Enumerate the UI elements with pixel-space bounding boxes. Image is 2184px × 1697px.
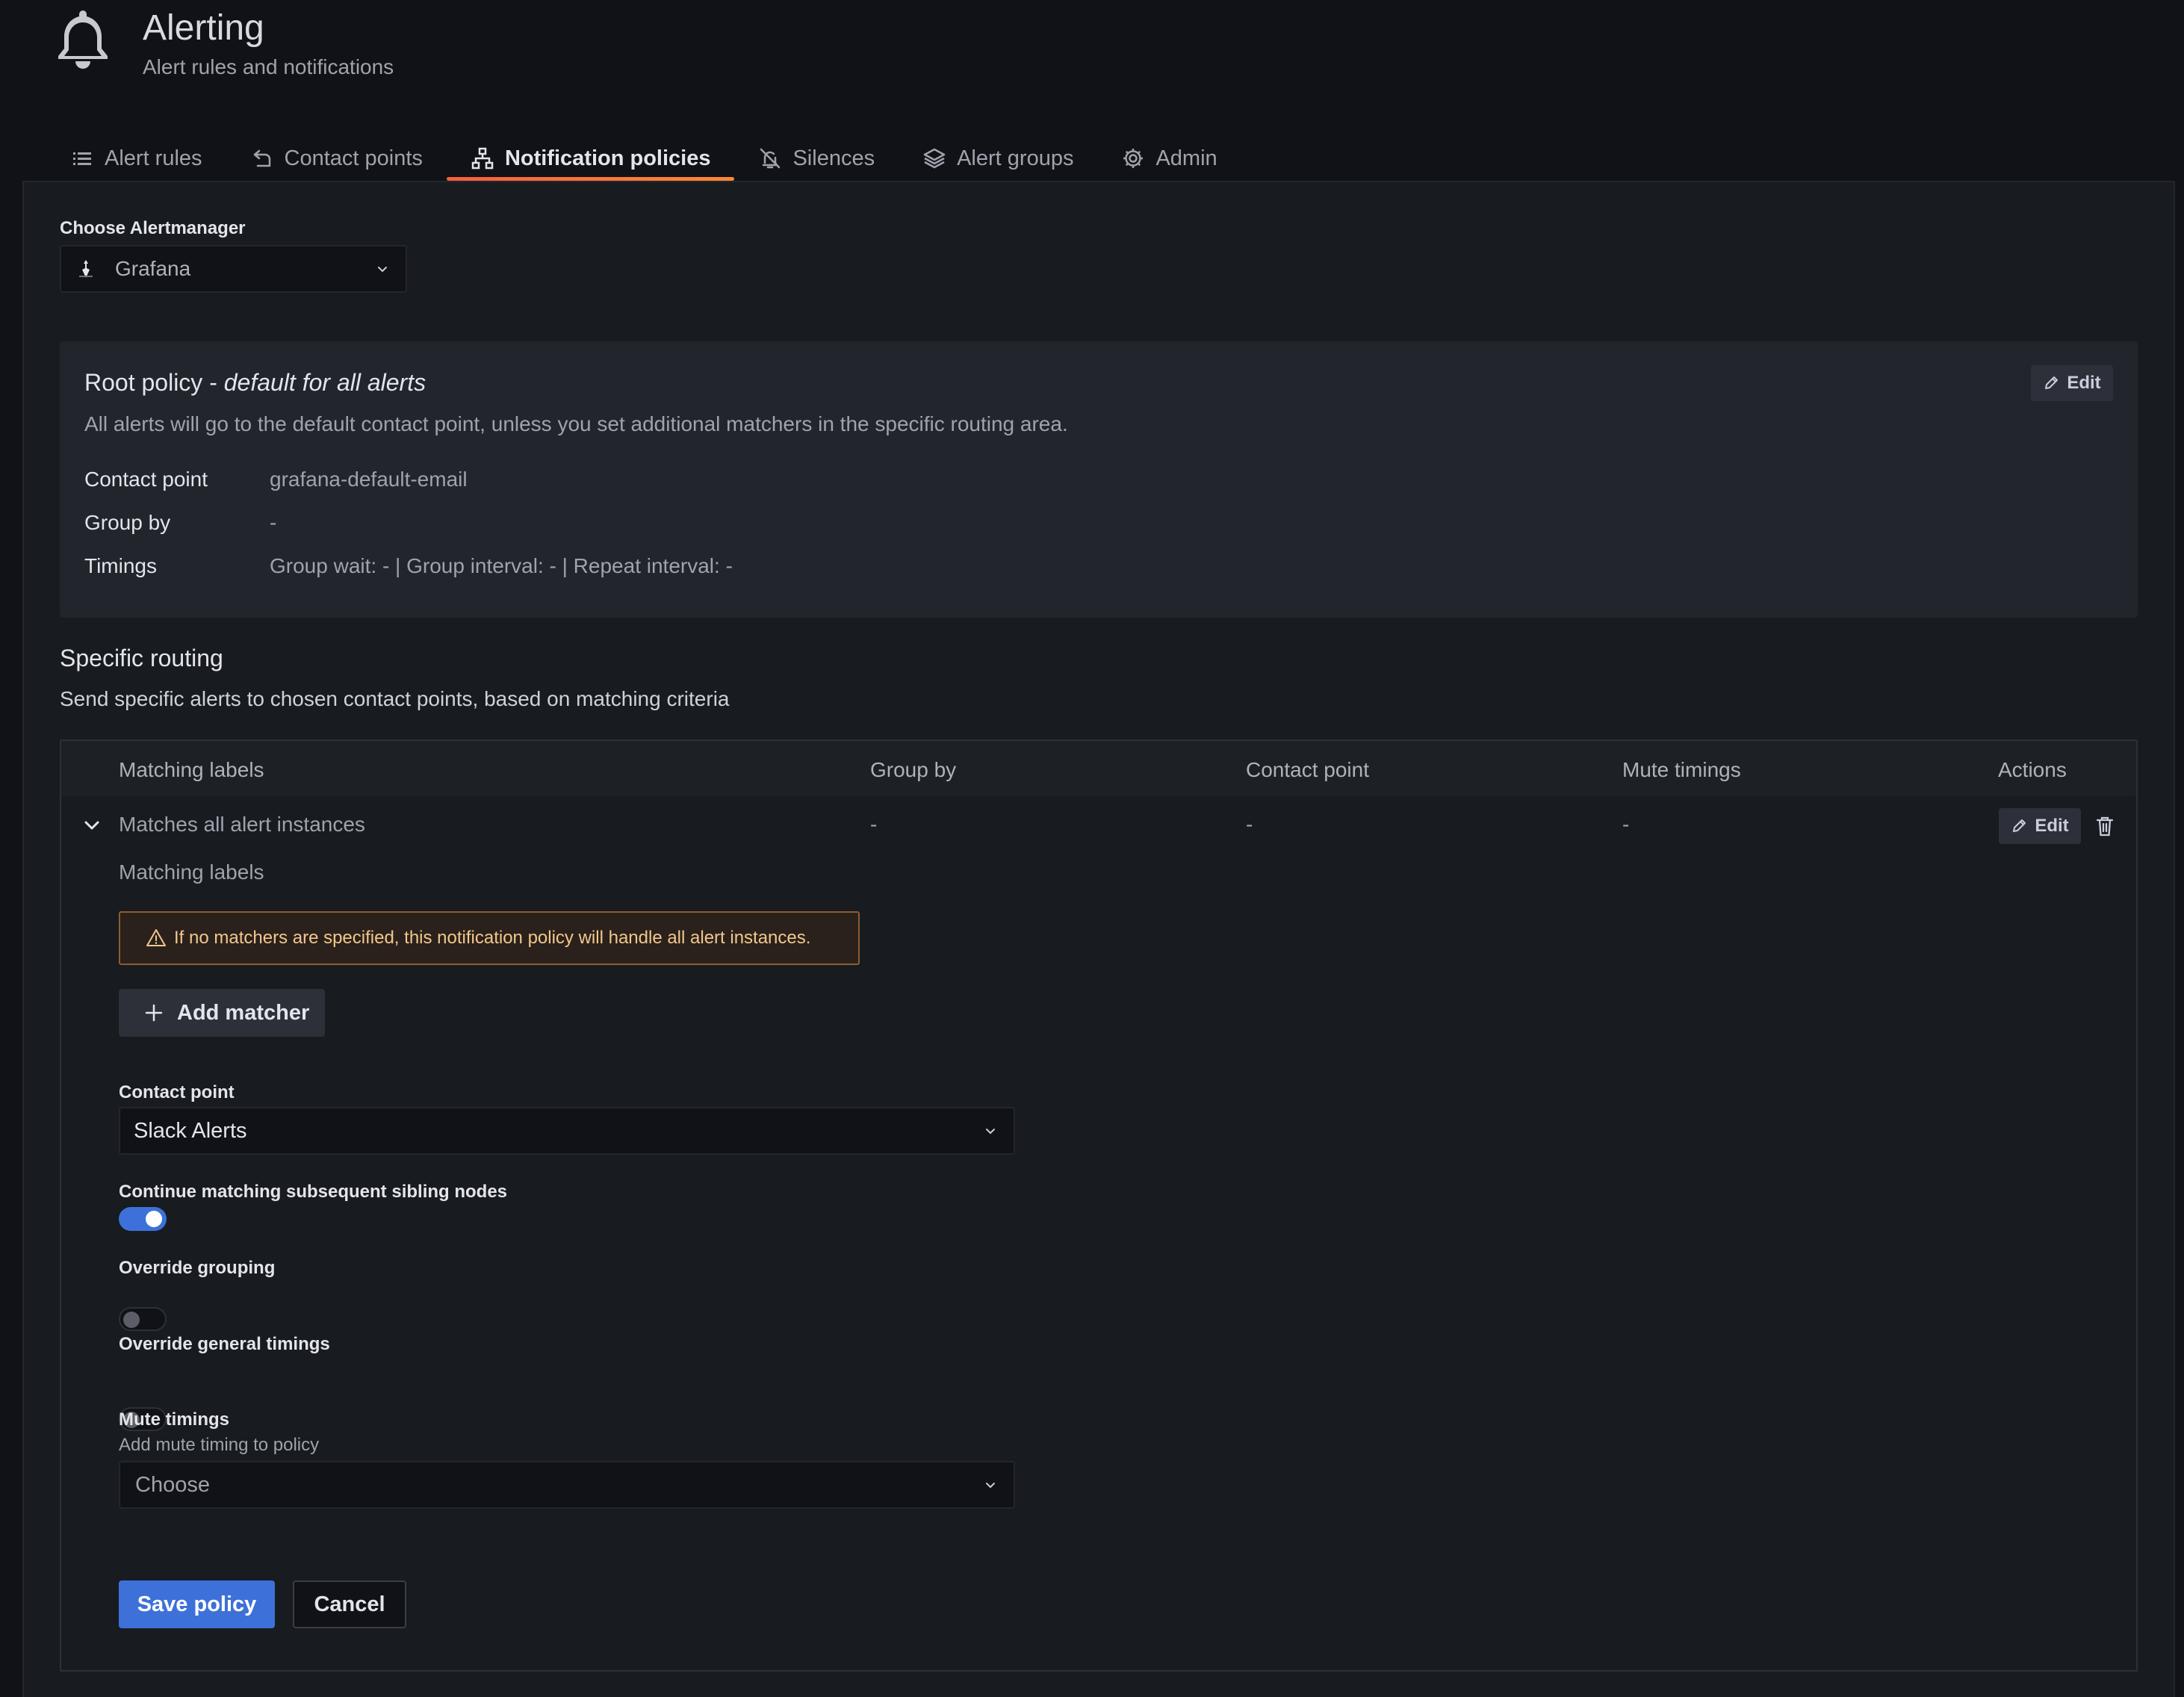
chevron-down-icon[interactable]: [81, 814, 103, 837]
page-title: Alerting: [143, 8, 264, 48]
contact-point-label: Contact point: [119, 1082, 235, 1102]
add-matcher-label: Add matcher: [177, 1000, 310, 1025]
save-policy-button[interactable]: Save policy: [119, 1580, 275, 1628]
override-grouping-toggle[interactable]: [119, 1307, 167, 1331]
column-header-contact-point: Contact point: [1246, 758, 1369, 781]
tab-contact-points[interactable]: Contact points: [226, 136, 447, 181]
routing-table: [60, 739, 2138, 1672]
root-policy-title: Root policy - default for all alerts: [84, 369, 426, 397]
column-header-group-by: Group by: [870, 758, 957, 781]
contact-point-selected: Slack Alerts: [134, 1118, 247, 1143]
column-header-matching-labels: Matching labels: [119, 758, 264, 781]
override-grouping-label: Override grouping: [119, 1258, 276, 1278]
specific-routing-title: Specific routing: [60, 645, 223, 671]
tab-silences[interactable]: Silences: [734, 136, 899, 181]
cancel-button[interactable]: Cancel: [293, 1580, 406, 1628]
root-policy-description: All alerts will go to the default contac…: [84, 412, 1068, 435]
chevron-down-icon: [982, 1477, 999, 1493]
contact-point-key: Contact point: [84, 468, 208, 491]
row-contact-point: -: [1246, 813, 1253, 836]
mute-timings-placeholder: Choose: [135, 1472, 210, 1497]
tab-alert-groups[interactable]: Alert groups: [899, 136, 1097, 181]
layer-group-icon: [922, 146, 946, 170]
tab-bar: Alert rules Contact points Notification …: [70, 136, 1241, 181]
specific-routing-description: Send specific alerts to chosen contact p…: [60, 687, 730, 710]
override-timings-label: Override general timings: [119, 1334, 330, 1354]
tab-notification-policies[interactable]: Notification policies: [446, 136, 735, 181]
comment-arrow-icon: [250, 146, 274, 170]
root-policy-edit-button[interactable]: Edit: [2031, 365, 2113, 401]
pen-icon: [2013, 819, 2026, 832]
tab-label: Alert groups: [957, 146, 1074, 170]
timings-value: Group wait: - | Group interval: - | Repe…: [270, 554, 733, 577]
trash-icon[interactable]: [2094, 814, 2116, 838]
row-group-by: -: [870, 813, 878, 836]
tab-alert-rules[interactable]: Alert rules: [70, 136, 226, 181]
contact-point-select[interactable]: Slack Alerts: [119, 1107, 1015, 1155]
continue-matching-label: Continue matching subsequent sibling nod…: [119, 1182, 508, 1202]
no-matchers-warning: If no matchers are specified, this notif…: [119, 911, 860, 965]
row-matching-labels: Matches all alert instances: [119, 813, 365, 836]
group-by-value: -: [270, 511, 277, 534]
bell-icon: [55, 7, 111, 72]
add-matcher-button[interactable]: Add matcher: [119, 989, 325, 1037]
tab-admin[interactable]: Admin: [1097, 136, 1241, 181]
tab-label: Contact points: [284, 146, 423, 170]
tab-label: Silences: [792, 146, 875, 170]
sitemap-icon: [471, 146, 494, 170]
root-policy-title-text: Root policy -: [84, 369, 224, 396]
matching-labels-label: Matching labels: [119, 860, 264, 884]
toggle-knob: [123, 1312, 140, 1328]
mute-timings-select[interactable]: Choose: [119, 1461, 1015, 1509]
warning-text: If no matchers are specified, this notif…: [174, 928, 811, 948]
column-header-mute-timings: Mute timings: [1622, 758, 1741, 781]
chevron-down-icon: [982, 1123, 999, 1139]
column-header-actions: Actions: [1998, 758, 2067, 781]
toggle-knob: [146, 1211, 162, 1227]
contact-point-value: grafana-default-email: [270, 468, 468, 491]
group-by-key: Group by: [84, 511, 171, 534]
cog-icon: [1121, 146, 1145, 170]
pen-icon: [2045, 376, 2059, 389]
timings-key: Timings: [84, 554, 157, 577]
tab-label: Alert rules: [105, 146, 202, 170]
plus-icon: [145, 1004, 163, 1022]
alertmanager-value: Grafana: [115, 257, 191, 280]
grafana-logo-icon: [75, 258, 97, 280]
row-mute-timings: -: [1622, 813, 1630, 836]
warning-triangle-icon: [146, 929, 166, 946]
edit-label: Edit: [2035, 816, 2069, 836]
policy-edit-button[interactable]: Edit: [1999, 808, 2081, 844]
list-icon: [70, 146, 94, 170]
mute-timings-label: Mute timings: [119, 1409, 229, 1430]
chevron-down-icon: [374, 261, 391, 277]
continue-matching-toggle[interactable]: [119, 1207, 167, 1231]
tab-label: Admin: [1155, 146, 1217, 170]
tab-label: Notification policies: [504, 146, 711, 170]
edit-label: Edit: [2067, 373, 2101, 393]
alertmanager-select[interactable]: Grafana: [60, 245, 407, 293]
root-policy-title-emphasis: default for all alerts: [223, 369, 426, 396]
mute-timings-description: Add mute timing to policy: [119, 1435, 320, 1455]
bell-slash-icon: [758, 146, 782, 170]
page-subtitle: Alert rules and notifications: [143, 55, 394, 78]
table-header: [61, 741, 2136, 796]
alertmanager-label: Choose Alertmanager: [60, 218, 246, 238]
